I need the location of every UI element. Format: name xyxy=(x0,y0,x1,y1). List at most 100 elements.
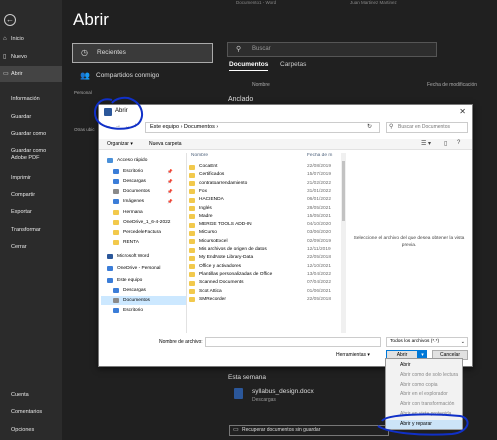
folder-icon xyxy=(113,298,119,303)
sidebar-item-exportar[interactable]: Exportar xyxy=(11,209,32,216)
menu-item[interactable]: Abrir como de solo lectura xyxy=(386,371,462,380)
sidebar-item-inicio[interactable]: ⌂ Inicio xyxy=(0,31,62,47)
file-row[interactable]: contratoarrendamiento 21/02/2022 xyxy=(189,180,339,188)
nav-item[interactable]: Documentos 📌 xyxy=(101,187,186,196)
sidebar-item-cuenta[interactable]: Cuenta xyxy=(11,392,29,399)
file-row[interactable]: SMRecorder 22/05/2018 xyxy=(189,296,339,304)
sidebar-item-guardar[interactable]: Guardar xyxy=(11,114,31,121)
folder-icon xyxy=(107,266,113,271)
file-row[interactable]: Mis archivos de origen de datos 12/11/201… xyxy=(189,246,339,254)
refresh-icon[interactable]: ↻ xyxy=(367,123,372,130)
dialog-search-input[interactable]: ⚲ Buscar en Documentos xyxy=(386,122,468,133)
sidebar-item-nuevo[interactable]: ▯ Nuevo xyxy=(0,49,62,65)
file-date: 22/08/2019 xyxy=(307,164,332,169)
view-options-icon[interactable]: ☰ ▾ xyxy=(421,140,431,147)
nav-item[interactable]: Microsoft Word xyxy=(101,252,186,261)
file-row[interactable]: Inglés 28/05/2021 xyxy=(189,205,339,213)
recent-locations-icon[interactable]: ⌄ xyxy=(125,123,130,130)
nav-item[interactable]: Imágenes 📌 xyxy=(101,197,186,206)
file-row[interactable]: Plantillas personalizadas de Office 13/04… xyxy=(189,271,339,279)
nav-item[interactable]: Descargas xyxy=(101,286,186,295)
close-icon[interactable]: ✕ xyxy=(459,107,466,116)
menu-item[interactable]: Abrir con transformación xyxy=(386,400,462,409)
menu-item[interactable]: Abrir y reparar xyxy=(386,419,462,429)
up-folder-icon[interactable]: ↑ xyxy=(134,123,137,129)
tools-button[interactable]: Herramientas ▾ xyxy=(336,352,370,358)
column-header-name[interactable]: Nombre xyxy=(191,153,208,158)
nav-item[interactable]: OneDrive - Personal xyxy=(101,264,186,273)
file-row[interactable]: CocaEnt 22/08/2019 xyxy=(189,163,339,171)
file-row[interactable]: Office y activadores 12/10/2021 xyxy=(189,263,339,271)
nav-item[interactable]: RENTA xyxy=(101,238,186,247)
sidebar-item-abrir[interactable]: ▭ Abrir xyxy=(0,66,62,82)
file-row[interactable]: HACIENDA 06/01/2022 xyxy=(189,196,339,204)
nav-item[interactable]: Descargas 📌 xyxy=(101,177,186,186)
nav-item-label: Descargas xyxy=(123,179,146,184)
back-arrow-icon[interactable]: ← xyxy=(4,14,16,26)
file-date: 21/02/2022 xyxy=(307,180,332,186)
file-date: 15/05/2021 xyxy=(307,213,332,219)
file-list-scrollbar[interactable] xyxy=(341,153,346,333)
organize-button[interactable]: Organizar ▾ xyxy=(107,141,133,147)
scrollbar-thumb[interactable] xyxy=(342,161,345,221)
file-row[interactable]: MicursoExcel 02/09/2019 xyxy=(189,238,339,246)
nav-item[interactable]: Escritorio xyxy=(101,306,186,315)
nav-item[interactable]: Hermana xyxy=(101,208,186,217)
recent-file-item[interactable]: syllabus_design.docx Descargas xyxy=(230,386,350,406)
recover-unsaved-button[interactable]: ▭ Recuperar documentos sin guardar xyxy=(229,425,389,436)
nav-item[interactable]: PercedeleFactura xyxy=(101,228,186,237)
menu-item[interactable]: Abrir como copia xyxy=(386,381,462,390)
sidebar-item-opciones[interactable]: Opciones xyxy=(11,427,34,434)
pin-icon: 📌 xyxy=(167,199,173,204)
sidebar-item-comentarios[interactable]: Comentarios xyxy=(11,409,42,416)
tab-documentos[interactable]: Documentos xyxy=(229,61,269,71)
dialog-title: Abrir xyxy=(115,108,128,114)
forward-icon[interactable]: → xyxy=(115,123,121,129)
filename-field[interactable] xyxy=(205,337,381,347)
nav-item[interactable]: Este equipo xyxy=(101,276,186,285)
sidebar-item-imprimir[interactable]: Imprimir xyxy=(11,175,31,182)
file-row[interactable]: Madre 15/05/2021 xyxy=(189,213,339,221)
nav-item[interactable]: Documentos xyxy=(101,296,186,305)
nav-item[interactable]: Acceso rápido xyxy=(101,156,186,165)
help-icon[interactable]: ? xyxy=(457,140,460,146)
location-compartidos[interactable]: 👥 Compartidos conmigo xyxy=(72,67,213,87)
menu-item[interactable]: Abrir en vista protegida xyxy=(386,410,462,419)
file-row[interactable]: MiCurso 03/06/2020 xyxy=(189,229,339,237)
preview-pane-icon[interactable]: ▯ xyxy=(444,140,447,147)
sidebar-item-guardar-como[interactable]: Guardar como xyxy=(11,131,46,138)
nav-item[interactable]: OneDrive_1_6-4-2022 xyxy=(101,218,186,227)
file-row[interactable]: Fox 31/01/2022 xyxy=(189,188,339,196)
nav-item-label: Este equipo xyxy=(117,278,143,283)
recent-file-name: syllabus_design.docx xyxy=(252,388,314,395)
backstage-search-input[interactable]: ⚲ Buscar xyxy=(227,42,437,57)
new-folder-button[interactable]: Nueva carpeta xyxy=(149,141,182,147)
file-row[interactable]: Certificados 15/07/2019 xyxy=(189,171,339,179)
file-row[interactable]: Scanned Documents 07/04/2022 xyxy=(189,279,339,287)
sidebar-item-cerrar[interactable]: Cerrar xyxy=(11,244,27,251)
nav-item[interactable]: Escritorio 📌 xyxy=(101,167,186,176)
dialog-titlebar[interactable]: Abrir ✕ xyxy=(99,105,472,119)
sidebar-item-label: Nuevo xyxy=(11,54,27,60)
menu-item[interactable]: Abrir xyxy=(386,361,462,370)
sidebar-item-compartir[interactable]: Compartir xyxy=(11,192,35,199)
file-row[interactable]: Scot Attica 01/06/2021 xyxy=(189,288,339,296)
sidebar-item-informacion[interactable]: Información xyxy=(11,96,40,103)
file-row[interactable]: My EndNote Library-Data 22/05/2018 xyxy=(189,254,339,262)
address-bar[interactable]: Este equipo › Documentos › xyxy=(145,122,380,133)
column-header-date[interactable]: Fecha de m xyxy=(307,153,332,158)
tab-carpetas[interactable]: Carpetas xyxy=(280,61,306,68)
file-type-select[interactable]: Todos los archivos (*.*) ⌄ xyxy=(386,337,468,347)
column-header-date[interactable]: Fecha de modificación xyxy=(427,82,477,88)
filename-input[interactable] xyxy=(206,338,380,346)
sidebar-item-transformar[interactable]: Transformar xyxy=(11,227,41,234)
file-name: My EndNote Library-Data xyxy=(199,255,254,261)
column-header-name[interactable]: Nombre xyxy=(252,82,270,88)
page-title: Abrir xyxy=(73,10,109,29)
new-document-icon: ▯ xyxy=(3,54,7,60)
menu-item[interactable]: Abrir en el explorador xyxy=(386,390,462,399)
sidebar-item-guardar-adobe-pdf[interactable]: Guardar como Adobe PDF xyxy=(11,148,57,162)
location-recientes[interactable]: ◷ Recientes xyxy=(72,43,213,63)
back-icon[interactable]: ← xyxy=(105,123,111,129)
file-row[interactable]: MERGE TOOLS ADD-IN 04/10/2020 xyxy=(189,221,339,229)
